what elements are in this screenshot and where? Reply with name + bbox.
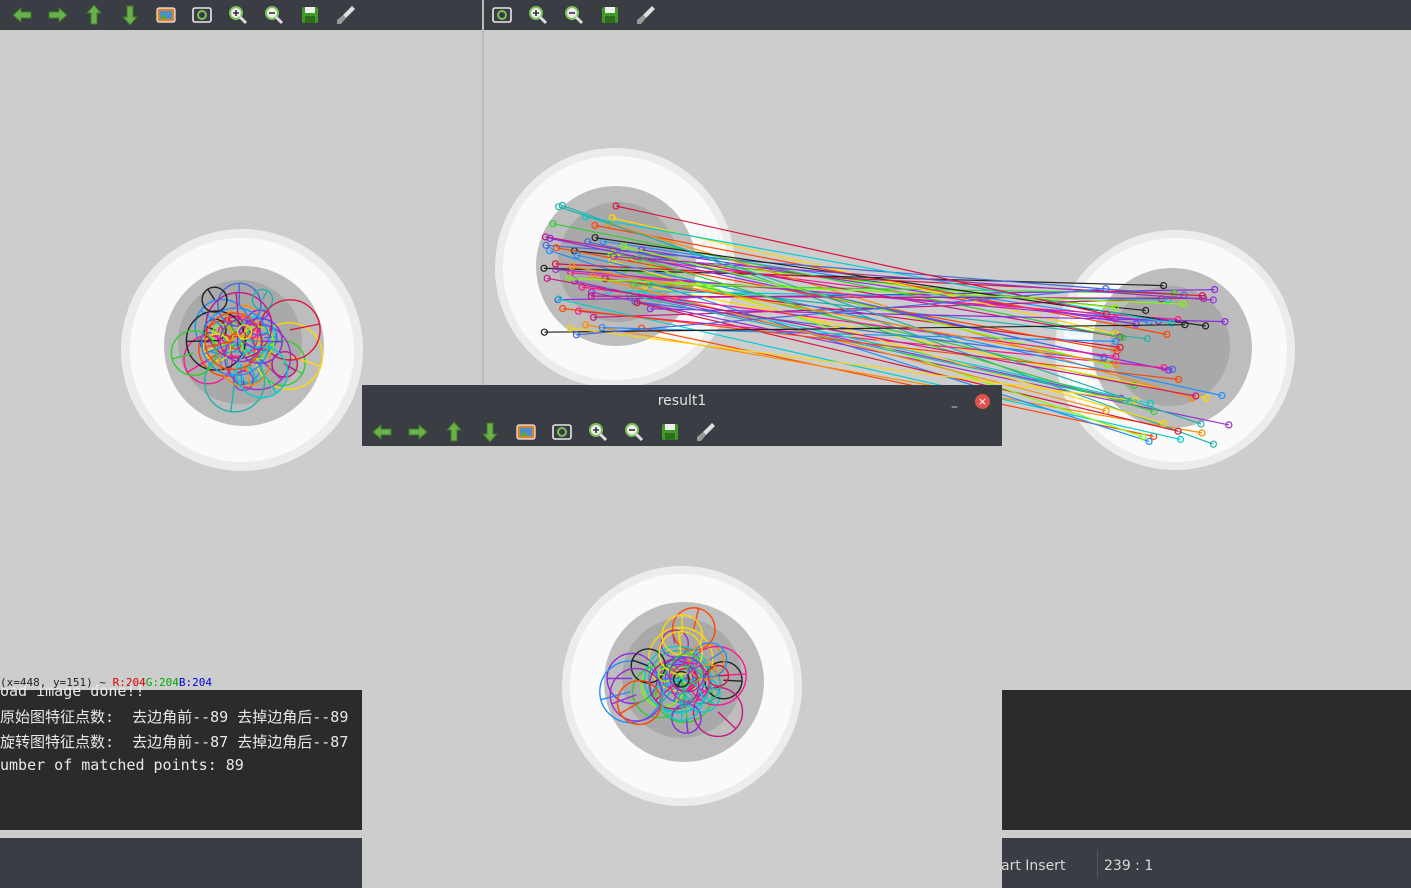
fit-view-icon bbox=[192, 7, 212, 23]
result1-image bbox=[562, 566, 802, 806]
zoom-out-icon bbox=[565, 6, 584, 25]
brush-button[interactable] bbox=[688, 417, 724, 447]
brush-button[interactable] bbox=[628, 0, 664, 30]
fit-view-button[interactable] bbox=[484, 0, 520, 30]
save-button[interactable] bbox=[592, 0, 628, 30]
result1-titlebar[interactable]: result1 – × bbox=[362, 385, 1002, 418]
brush-icon bbox=[637, 6, 655, 24]
up-button[interactable] bbox=[76, 0, 112, 30]
close-button[interactable]: × bbox=[975, 394, 990, 409]
zoom-out-button[interactable] bbox=[616, 417, 652, 447]
zoom-out-icon bbox=[625, 423, 644, 442]
image-button[interactable] bbox=[508, 417, 544, 447]
back-button[interactable] bbox=[4, 0, 40, 30]
keypoint-orientation bbox=[718, 674, 729, 677]
back-icon bbox=[12, 6, 32, 24]
result1-toolbar bbox=[362, 418, 1002, 446]
forward-button[interactable] bbox=[400, 417, 436, 447]
zoom-in-icon bbox=[229, 6, 248, 25]
up-button[interactable] bbox=[436, 417, 472, 447]
save-icon bbox=[602, 7, 618, 23]
zoom-in-button[interactable] bbox=[580, 417, 616, 447]
console-line: 原始图特征点数: 去边角前--89 去掉边角后--89 bbox=[0, 708, 349, 726]
down-button[interactable] bbox=[472, 417, 508, 447]
console-line: oad image done!! bbox=[0, 682, 145, 700]
zoom-out-button[interactable] bbox=[256, 0, 292, 30]
zoom-in-button[interactable] bbox=[520, 0, 556, 30]
result1-canvas[interactable] bbox=[362, 446, 1002, 888]
zoom-in-icon bbox=[529, 6, 548, 25]
matches-toolbar bbox=[484, 0, 1411, 30]
console-line: 旋转图特征点数: 去边角前--87 去掉边角后--87 bbox=[0, 733, 349, 751]
g-value: G:204 bbox=[145, 676, 179, 689]
result1-window: result1 – × bbox=[362, 385, 1002, 888]
forward-icon bbox=[408, 423, 428, 441]
forward-button[interactable] bbox=[40, 0, 76, 30]
down-icon bbox=[481, 422, 499, 443]
fit-view-icon bbox=[552, 424, 572, 440]
zoom-in-icon bbox=[589, 423, 608, 442]
zoom-out-icon bbox=[265, 6, 284, 25]
back-button[interactable] bbox=[364, 417, 400, 447]
console-line: umber of matched points: 89 bbox=[0, 756, 244, 774]
save-icon bbox=[302, 7, 318, 23]
save-button[interactable] bbox=[652, 417, 688, 447]
zoom-in-button[interactable] bbox=[220, 0, 256, 30]
brush-button[interactable] bbox=[328, 0, 364, 30]
image-button[interactable] bbox=[148, 0, 184, 30]
brush-icon bbox=[697, 423, 715, 441]
forward-icon bbox=[48, 6, 68, 24]
left-toolbar bbox=[0, 0, 482, 30]
image-icon bbox=[516, 424, 536, 440]
fit-view-button[interactable] bbox=[184, 0, 220, 30]
window-title: result1 bbox=[657, 393, 707, 409]
image-icon bbox=[156, 7, 176, 23]
fit-view-button[interactable] bbox=[544, 417, 580, 447]
fit-view-icon bbox=[492, 7, 512, 23]
back-icon bbox=[372, 423, 392, 441]
save-button[interactable] bbox=[292, 0, 328, 30]
insert-mode-label: art Insert bbox=[1001, 858, 1066, 874]
statusbar-divider bbox=[1097, 850, 1098, 878]
down-button[interactable] bbox=[112, 0, 148, 30]
save-icon bbox=[662, 424, 678, 440]
up-icon bbox=[85, 4, 103, 25]
down-icon bbox=[121, 5, 139, 26]
brush-icon bbox=[337, 6, 355, 24]
up-icon bbox=[445, 421, 463, 442]
b-value: B:204 bbox=[178, 676, 212, 689]
cursor-position: 239 : 1 bbox=[1104, 858, 1154, 874]
keypoint-orientation bbox=[259, 340, 283, 343]
zoom-out-button[interactable] bbox=[556, 0, 592, 30]
